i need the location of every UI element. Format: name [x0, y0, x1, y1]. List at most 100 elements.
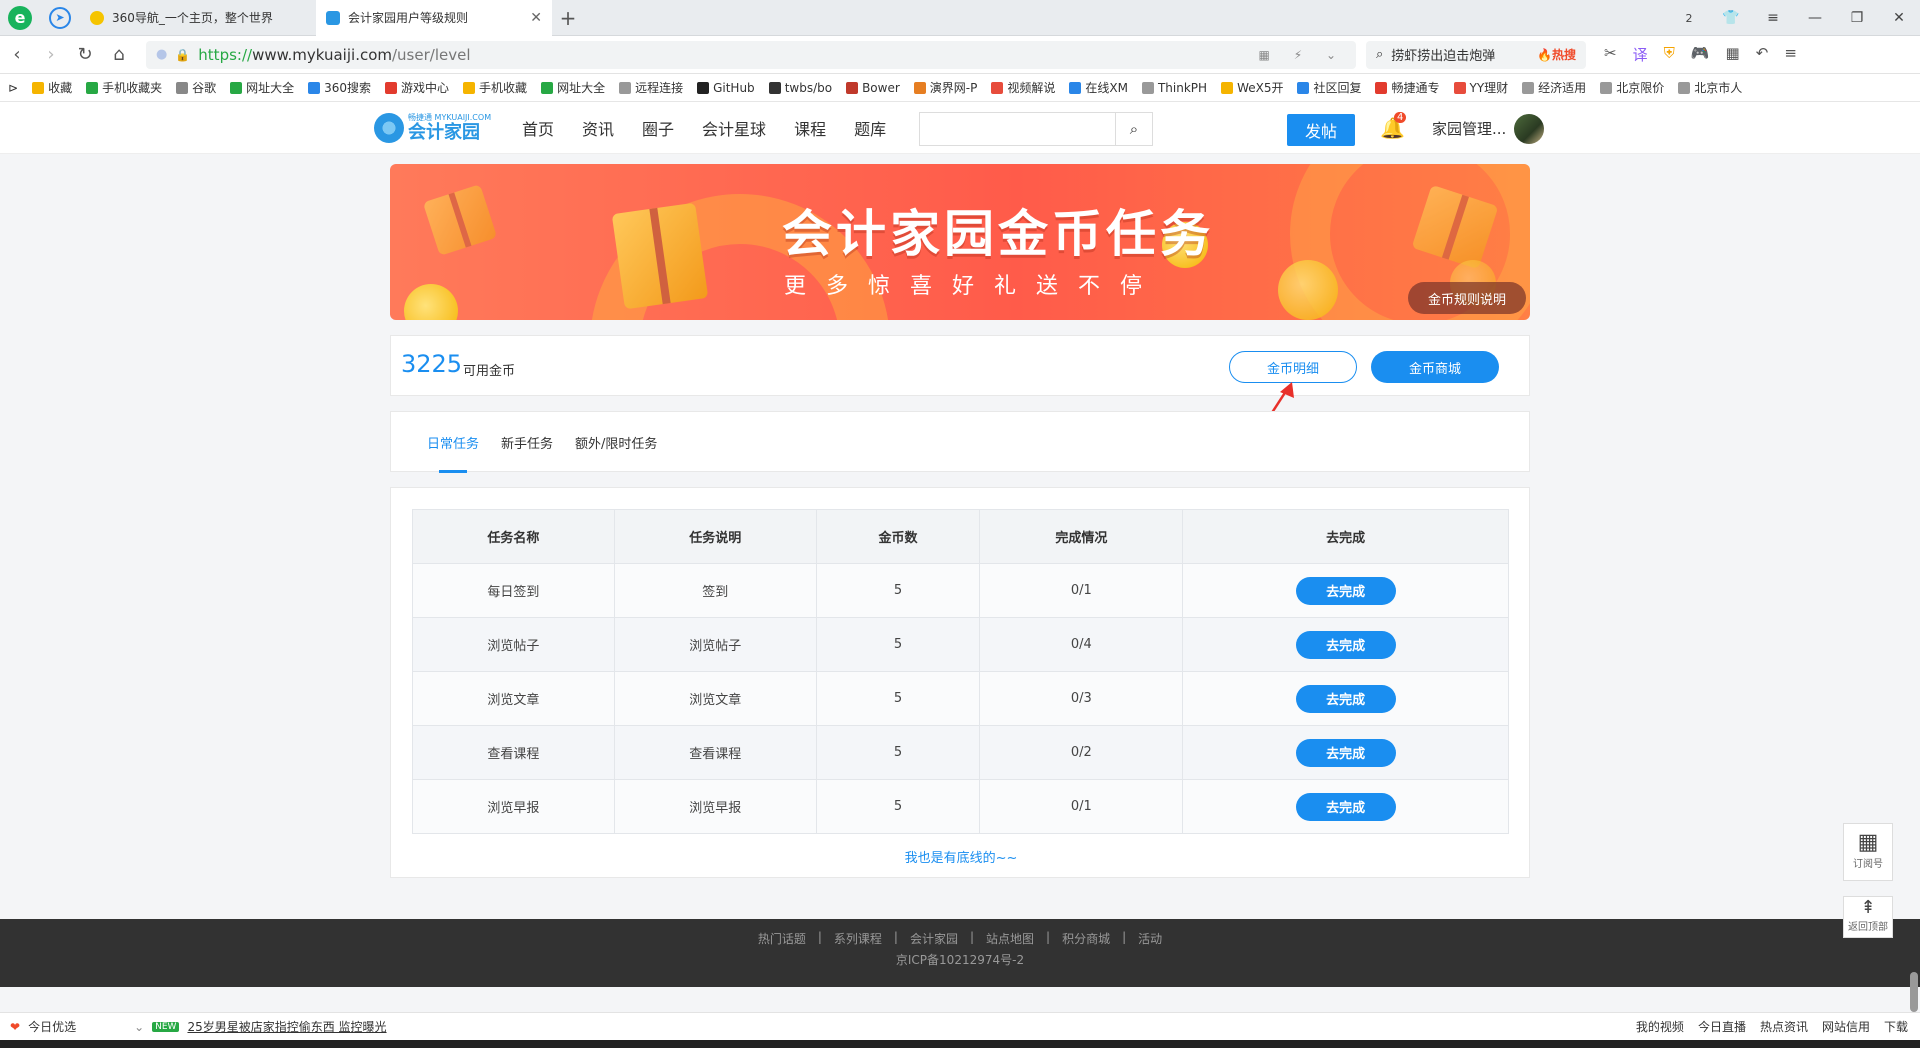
- bookmark-item[interactable]: 谷歌: [176, 79, 216, 96]
- scissors-icon[interactable]: ✂: [1604, 44, 1617, 65]
- game-icon[interactable]: 🎮: [1691, 44, 1710, 65]
- nav-item-news[interactable]: 资讯: [582, 116, 614, 140]
- task-coins: 5: [815, 671, 981, 726]
- footer-link[interactable]: 活动: [1138, 930, 1162, 947]
- nav-item-circle[interactable]: 圈子: [642, 116, 674, 140]
- notification-bell[interactable]: 🔔 4: [1380, 112, 1407, 140]
- lock-icon[interactable]: 🔒: [175, 48, 190, 62]
- browser-logo-icon[interactable]: e: [0, 0, 40, 36]
- status-item[interactable]: 下载: [1884, 1018, 1908, 1035]
- reload-icon[interactable]: ↻: [68, 44, 102, 65]
- browser-tab-level[interactable]: 会计家园用户等级规则 ✕: [316, 0, 552, 36]
- back-icon[interactable]: ‹: [0, 44, 34, 65]
- avatar[interactable]: [1514, 114, 1544, 144]
- url-field[interactable]: ● 🔒 https://www.mykuaiji.com/user/level …: [146, 40, 1356, 69]
- bookmark-item[interactable]: 手机收藏: [463, 79, 527, 96]
- close-window-icon[interactable]: ✕: [1878, 10, 1920, 26]
- status-item[interactable]: 网站信用: [1822, 1018, 1870, 1035]
- bookmark-item[interactable]: 畅捷通专: [1375, 79, 1440, 96]
- url-text[interactable]: https://www.mykuaiji.com/user/level: [198, 46, 1250, 64]
- hot-search-badge[interactable]: 🔥热搜: [1537, 46, 1576, 63]
- bookmark-item[interactable]: twbs/bo: [768, 81, 832, 95]
- bookmark-item[interactable]: 网址大全: [541, 79, 605, 96]
- bookmark-item[interactable]: 经济适用: [1522, 79, 1586, 96]
- footer-link[interactable]: 积分商城: [1062, 930, 1110, 947]
- nav-item-home[interactable]: 首页: [522, 116, 554, 140]
- bookmark-item[interactable]: 360搜索: [308, 79, 371, 96]
- apps-icon[interactable]: ▦: [1726, 44, 1740, 65]
- go-complete-button[interactable]: 去完成: [1295, 738, 1396, 767]
- nav-item-exam[interactable]: 题库: [854, 116, 886, 140]
- back-to-top-button[interactable]: ⇞ 返回顶部: [1843, 896, 1893, 938]
- bookmark-item[interactable]: 收藏: [32, 79, 72, 96]
- menu-icon[interactable]: ≡: [1752, 10, 1794, 26]
- bookmark-item[interactable]: 手机收藏夹: [86, 79, 162, 96]
- status-item[interactable]: 热点资讯: [1760, 1018, 1808, 1035]
- chevron-down-icon[interactable]: ⌄: [134, 1020, 144, 1034]
- more-menu-icon[interactable]: ≡: [1784, 44, 1797, 65]
- bookmark-item[interactable]: 游戏中心: [385, 79, 449, 96]
- tab-daily-tasks[interactable]: 日常任务: [427, 412, 479, 473]
- bookmark-expand-icon[interactable]: ⊳: [8, 81, 18, 95]
- undo-icon[interactable]: ↶: [1756, 44, 1769, 65]
- user-name[interactable]: 家园管理...: [1432, 102, 1506, 154]
- footer-link[interactable]: 站点地图: [986, 930, 1034, 947]
- footer-link[interactable]: 热门话题: [758, 930, 806, 947]
- bookmark-item[interactable]: 演界网-P: [913, 79, 977, 96]
- nav-item-planet[interactable]: 会计星球: [702, 116, 766, 140]
- status-item[interactable]: 我的视频: [1636, 1018, 1684, 1035]
- news-ticker-link[interactable]: 25岁男星被店家指控偷东西 监控曝光: [187, 1018, 386, 1035]
- bookmark-favicon-icon: [619, 81, 632, 94]
- minimize-icon[interactable]: —: [1794, 10, 1836, 26]
- bookmark-item[interactable]: GitHub: [697, 81, 755, 95]
- site-info-icon[interactable]: ●: [156, 47, 167, 62]
- address-bar-row: ‹ › ↻ ⌂ ● 🔒 https://www.mykuaiji.com/use…: [0, 36, 1920, 74]
- new-tab-button[interactable]: +: [552, 0, 584, 36]
- browser-search-box[interactable]: ⌕ 捞虾捞出迫击炮弹 🔥热搜: [1366, 40, 1586, 69]
- close-icon[interactable]: ✕: [530, 10, 542, 26]
- translate-icon[interactable]: 译: [1633, 44, 1648, 65]
- coin-mall-button[interactable]: 金币商城: [1371, 351, 1499, 383]
- bookmark-item[interactable]: YY理财: [1453, 79, 1508, 96]
- restore-icon[interactable]: ❐: [1836, 10, 1878, 26]
- skin-icon[interactable]: 👕: [1710, 10, 1752, 26]
- bookmark-item[interactable]: 北京限价: [1600, 79, 1664, 96]
- subscribe-widget[interactable]: ▦ 订阅号: [1843, 823, 1893, 881]
- post-button[interactable]: 发帖: [1287, 114, 1355, 146]
- today-pick-link[interactable]: 今日优选: [28, 1018, 76, 1035]
- tab-newbie-tasks[interactable]: 新手任务: [501, 412, 553, 473]
- site-search-input[interactable]: [920, 113, 1115, 145]
- shield-icon[interactable]: ⛨: [1664, 44, 1675, 65]
- nav-item-course[interactable]: 课程: [794, 116, 826, 140]
- site-logo[interactable]: 畅捷通 MYKUAIJI.COM 会计家园: [374, 110, 491, 146]
- footer-link[interactable]: 系列课程: [834, 930, 882, 947]
- end-of-list-text: 我也是有底线的~~: [904, 851, 1018, 866]
- tab-count-badge[interactable]: 2: [1668, 12, 1710, 25]
- url-tools-icon[interactable]: ▦ ⚡ ⌄: [1259, 48, 1346, 62]
- coin-rules-button[interactable]: 金币规则说明: [1408, 282, 1526, 314]
- browser-tab-360[interactable]: 360导航_一个主页，整个世界: [80, 0, 316, 36]
- go-complete-button[interactable]: 去完成: [1295, 684, 1396, 713]
- bookmark-item[interactable]: 北京市人: [1678, 79, 1742, 96]
- forward-icon[interactable]: ›: [34, 44, 68, 65]
- bookmark-item[interactable]: 视频解说: [991, 79, 1055, 96]
- tab-extra-tasks[interactable]: 额外/限时任务: [575, 412, 657, 473]
- bookmark-item[interactable]: 社区回复: [1297, 79, 1361, 96]
- search-icon: ⌕: [1376, 47, 1384, 62]
- go-complete-button[interactable]: 去完成: [1295, 576, 1396, 605]
- compass-icon[interactable]: ➤: [40, 0, 80, 36]
- bookmark-item[interactable]: 远程连接: [619, 79, 683, 96]
- bookmark-item[interactable]: Bower: [846, 81, 900, 95]
- scrollbar[interactable]: [1910, 972, 1918, 1012]
- status-item[interactable]: 今日直播: [1698, 1018, 1746, 1035]
- coin-detail-button[interactable]: 金币明细: [1229, 351, 1357, 383]
- bookmark-item[interactable]: ThinkPH: [1141, 81, 1207, 95]
- home-icon[interactable]: ⌂: [102, 44, 136, 65]
- go-complete-button[interactable]: 去完成: [1295, 630, 1396, 659]
- bookmark-item[interactable]: 在线XM: [1069, 79, 1128, 96]
- go-complete-button[interactable]: 去完成: [1295, 792, 1396, 821]
- bookmark-item[interactable]: WeX5开: [1221, 79, 1283, 96]
- footer-link[interactable]: 会计家园: [910, 930, 958, 947]
- bookmark-item[interactable]: 网址大全: [230, 79, 294, 96]
- site-search-button[interactable]: ⌕: [1115, 113, 1152, 145]
